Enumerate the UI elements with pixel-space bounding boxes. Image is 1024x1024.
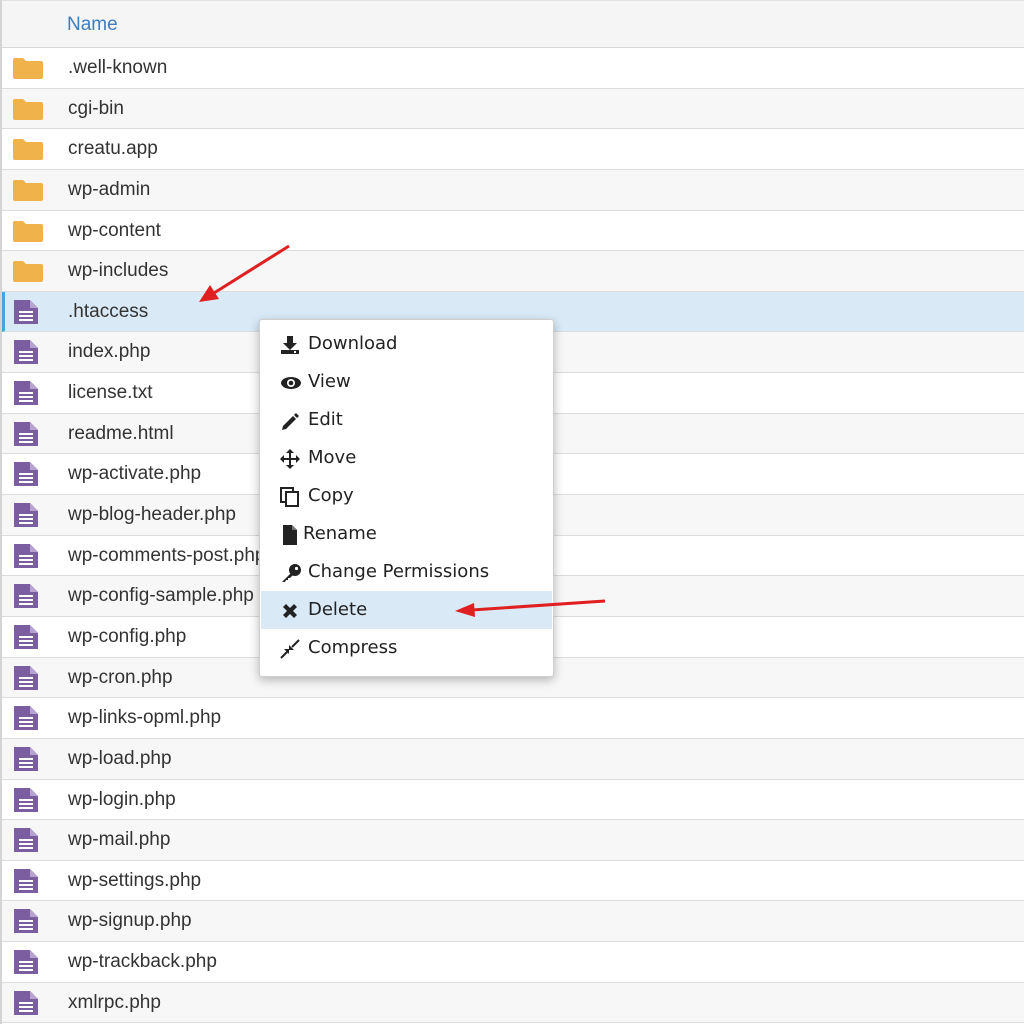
- close-icon: [280, 601, 300, 621]
- file-icon: [12, 381, 44, 407]
- file-name[interactable]: wp-signup.php: [68, 910, 192, 932]
- file-icon: [12, 543, 44, 569]
- menu-item-label: Delete: [308, 599, 368, 620]
- folder-icon: [12, 137, 44, 161]
- file-icon: [12, 706, 44, 732]
- file-row[interactable]: creatu.app: [2, 129, 1024, 170]
- file-name[interactable]: wp-settings.php: [68, 870, 201, 892]
- file-icon: [12, 421, 44, 447]
- file-name[interactable]: wp-blog-header.php: [68, 504, 236, 526]
- file-icon: [12, 828, 44, 854]
- file-icon: [12, 299, 44, 325]
- pencil-icon: [280, 411, 300, 431]
- file-name[interactable]: wp-trackback.php: [68, 951, 217, 973]
- copy-icon: [280, 487, 300, 507]
- file-row[interactable]: wp-mail.php: [2, 820, 1024, 861]
- file-row[interactable]: wp-load.php: [2, 738, 1024, 780]
- file-name[interactable]: index.php: [68, 341, 150, 363]
- menu-item-rename[interactable]: Rename: [261, 515, 552, 553]
- file-row[interactable]: wp-links-opml.php: [2, 698, 1024, 739]
- menu-item-download[interactable]: Download: [261, 325, 552, 363]
- menu-item-label: Move: [308, 447, 357, 468]
- file-name[interactable]: xmlrpc.php: [68, 992, 161, 1014]
- file-row[interactable]: cgi-bin: [2, 88, 1024, 130]
- menu-item-label: Download: [308, 333, 398, 354]
- file-name[interactable]: creatu.app: [68, 138, 158, 160]
- file-name[interactable]: license.txt: [68, 382, 152, 404]
- file-name[interactable]: .well-known: [68, 57, 167, 79]
- file-name[interactable]: wp-admin: [68, 179, 150, 201]
- move-icon: [280, 449, 300, 469]
- file-icon: [12, 909, 44, 935]
- download-icon: [280, 335, 300, 355]
- file-name[interactable]: wp-activate.php: [68, 463, 201, 485]
- table-header: Name: [2, 0, 1024, 48]
- compress-icon: [280, 639, 300, 659]
- file-row[interactable]: .well-known: [2, 48, 1024, 89]
- key-icon: [280, 563, 301, 583]
- file-icon: [12, 503, 44, 529]
- file-row[interactable]: wp-trackback.php: [2, 942, 1024, 983]
- file-icon: [280, 525, 300, 545]
- file-name[interactable]: readme.html: [68, 423, 174, 445]
- menu-item-label: View: [308, 371, 351, 392]
- menu-item-compress[interactable]: Compress: [261, 629, 552, 667]
- file-icon: [12, 787, 44, 813]
- file-name[interactable]: wp-comments-post.php: [68, 545, 265, 567]
- menu-item-edit[interactable]: Edit: [261, 401, 552, 439]
- folder-icon: [12, 56, 44, 80]
- file-name[interactable]: wp-load.php: [68, 748, 172, 770]
- file-icon: [12, 462, 44, 488]
- menu-item-copy[interactable]: Copy: [261, 477, 552, 515]
- context-menu: Download View Edit Move Copy Rename Change Per…: [259, 319, 554, 677]
- file-icon: [12, 746, 44, 772]
- file-name[interactable]: wp-login.php: [68, 789, 176, 811]
- menu-item-label: Edit: [308, 409, 343, 430]
- name-column-header[interactable]: Name: [67, 14, 118, 36]
- file-row[interactable]: wp-includes: [2, 251, 1024, 292]
- menu-item-label: Rename: [303, 523, 377, 544]
- file-icon: [12, 584, 44, 610]
- file-name[interactable]: wp-cron.php: [68, 667, 173, 689]
- menu-item-label: Change Permissions: [308, 561, 490, 582]
- file-name[interactable]: cgi-bin: [68, 98, 124, 120]
- file-icon: [12, 665, 44, 691]
- file-icon: [12, 990, 44, 1016]
- file-name[interactable]: wp-config-sample.php: [68, 585, 254, 607]
- file-name[interactable]: wp-links-opml.php: [68, 707, 221, 729]
- file-name[interactable]: wp-content: [68, 220, 161, 242]
- file-row[interactable]: wp-login.php: [2, 779, 1024, 821]
- file-icon: [12, 340, 44, 366]
- menu-item-move[interactable]: Move: [261, 439, 552, 477]
- folder-icon: [12, 97, 44, 121]
- file-name[interactable]: wp-includes: [68, 260, 168, 282]
- file-icon: [12, 624, 44, 650]
- file-name[interactable]: wp-config.php: [68, 626, 186, 648]
- menu-item-view[interactable]: View: [261, 363, 552, 401]
- file-row[interactable]: wp-settings.php: [2, 860, 1024, 902]
- file-row[interactable]: wp-admin: [2, 169, 1024, 211]
- menu-item-label: Copy: [308, 485, 354, 506]
- folder-icon: [12, 178, 44, 202]
- menu-item-delete[interactable]: Delete: [261, 591, 552, 629]
- file-manager: Name .well-known cgi-bin creatu.app wp-admi…: [0, 0, 1024, 1024]
- file-name[interactable]: .htaccess: [68, 301, 148, 323]
- file-row[interactable]: wp-signup.php: [2, 901, 1024, 943]
- file-row[interactable]: wp-content: [2, 210, 1024, 252]
- folder-icon: [12, 259, 44, 283]
- file-icon: [12, 950, 44, 976]
- eye-icon: [280, 373, 301, 393]
- menu-item-label: Compress: [308, 637, 398, 658]
- file-row[interactable]: xmlrpc.php: [2, 982, 1024, 1024]
- file-icon: [12, 868, 44, 894]
- folder-icon: [12, 219, 44, 243]
- file-name[interactable]: wp-mail.php: [68, 829, 170, 851]
- menu-item-change-permissions[interactable]: Change Permissions: [261, 553, 552, 591]
